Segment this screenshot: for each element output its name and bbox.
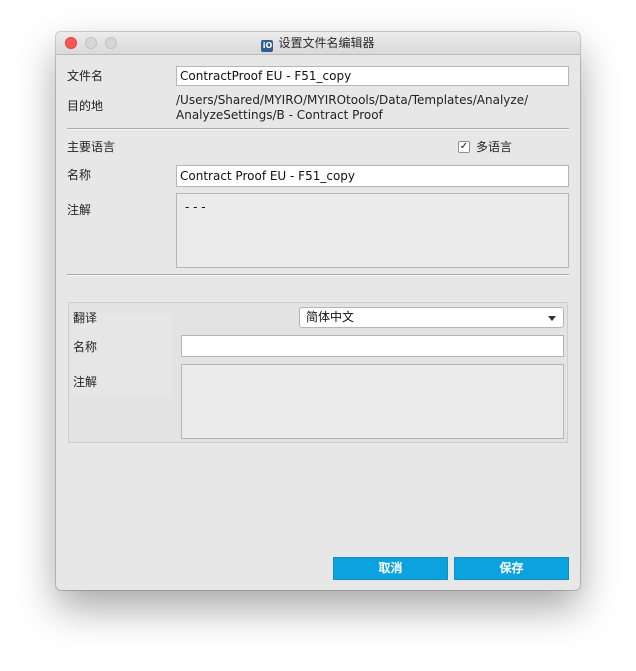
translation-name-input[interactable] xyxy=(181,335,564,357)
name-input[interactable]: Contract Proof EU - F51_copy xyxy=(176,165,569,187)
name-label: 名称 xyxy=(67,168,92,182)
dropdown-arrow-icon xyxy=(548,316,556,321)
app-logo-icon: iO xyxy=(261,40,274,52)
save-button[interactable]: 保存 xyxy=(454,557,569,580)
title-bar: iO 设置文件名编辑器 xyxy=(56,32,580,55)
translation-note-label: 注解 xyxy=(73,375,98,389)
translation-panel: 翻译 简体中文 名称 注解 xyxy=(68,302,568,443)
filename-input[interactable]: ContractProof EU - F51_copy xyxy=(176,66,569,86)
note-label: 注解 xyxy=(67,203,92,217)
translation-name-label: 名称 xyxy=(73,340,98,354)
destination-path-line1: /Users/Shared/MYIRO/MYIROtools/Data/Temp… xyxy=(176,93,529,107)
translate-label: 翻译 xyxy=(73,311,98,325)
primary-language-label: 主要语言 xyxy=(67,140,116,154)
filename-label: 文件名 xyxy=(67,69,104,83)
dialog-window: iO 设置文件名编辑器 文件名 ContractProof EU - F51_co… xyxy=(56,32,580,590)
translation-language-select[interactable]: 简体中文 xyxy=(299,307,564,328)
destination-label: 目的地 xyxy=(67,99,104,113)
destination-path-line2: AnalyzeSettings/B - Contract Proof xyxy=(176,108,383,122)
multilanguage-label: 多语言 xyxy=(476,140,513,154)
multilanguage-checkbox[interactable]: ✓ xyxy=(458,141,470,153)
translation-language-value: 简体中文 xyxy=(306,310,355,324)
window-title-text: 设置文件名编辑器 xyxy=(278,36,375,50)
note-textarea[interactable]: - - - xyxy=(176,193,569,268)
cancel-button[interactable]: 取消 xyxy=(333,557,448,580)
window-title: iO 设置文件名编辑器 xyxy=(56,35,580,52)
separator-middle xyxy=(67,274,569,276)
translation-note-textarea[interactable] xyxy=(181,364,564,439)
checkmark-icon: ✓ xyxy=(459,141,469,152)
separator-top xyxy=(67,128,569,130)
